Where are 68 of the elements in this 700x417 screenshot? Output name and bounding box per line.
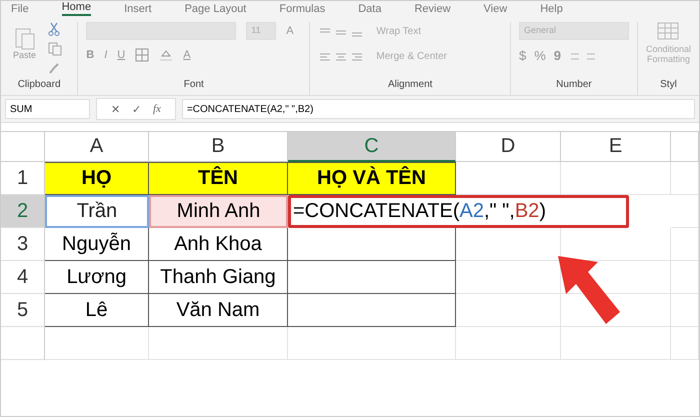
group-label: Clipboard: [16, 79, 62, 92]
ribbon-tab[interactable]: Page Layout: [184, 3, 246, 16]
underline-button[interactable]: U: [117, 49, 126, 61]
table-cell: Trần: [45, 195, 149, 228]
empty-cell: [671, 228, 699, 261]
ribbon-tab[interactable]: Formulas: [279, 3, 326, 16]
column-header[interactable]: E: [561, 132, 671, 162]
table-grid-icon: [657, 22, 680, 40]
fill-color-icon[interactable]: [159, 48, 174, 62]
table-cell: Văn Nam: [149, 294, 288, 327]
formula-token: ): [539, 200, 546, 223]
table-cell: Lương: [45, 261, 149, 294]
clipboard-icon: [14, 26, 36, 50]
table-cell: Anh Khoa: [149, 228, 288, 261]
italic-button[interactable]: I: [104, 49, 108, 61]
group-label: Styl: [659, 79, 678, 92]
borders-icon[interactable]: [135, 48, 150, 62]
table-cell: Minh Anh: [149, 195, 288, 228]
formula-token: ," ",: [484, 200, 515, 223]
empty-cell: [671, 162, 699, 195]
paste-button[interactable]: Paste: [9, 22, 40, 79]
grow-font-button[interactable]: A: [286, 25, 294, 37]
ribbon-tab[interactable]: Help: [540, 3, 563, 16]
formula-token: =CONCATENATE(: [293, 200, 460, 223]
select-all-corner[interactable]: [1, 132, 45, 162]
cancel-icon[interactable]: ✕: [111, 102, 120, 116]
table-cell: HỌ VÀ TÊN: [288, 162, 456, 195]
table-cell: TÊN: [149, 162, 288, 195]
table-cell: Nguyễn: [45, 228, 149, 261]
insert-function-button[interactable]: fx: [153, 103, 161, 115]
row-header[interactable]: 2: [1, 195, 45, 228]
ribbon-tab[interactable]: Insert: [124, 3, 152, 16]
group-label: Font: [182, 79, 205, 92]
conditional-formatting-button[interactable]: Conditional Formatting: [646, 44, 691, 64]
table-cell: Lê: [45, 294, 149, 327]
copy-icon: [48, 42, 62, 56]
row-header[interactable]: 5: [1, 294, 45, 327]
table-cell: HỌ: [45, 162, 149, 195]
group-label: Alignment: [386, 79, 434, 92]
empty-cell: [671, 195, 699, 228]
wrap-text-button[interactable]: Wrap Text: [376, 26, 447, 37]
empty-cell: [671, 261, 699, 294]
row-header[interactable]: 4: [1, 261, 45, 294]
formula-token: A2: [460, 200, 484, 223]
comma-style-button[interactable]: 9: [554, 48, 561, 63]
formula-token: B2: [514, 200, 540, 223]
column-header[interactable]: C: [288, 132, 456, 162]
brush-icon: [48, 62, 60, 74]
check-icon[interactable]: ✓: [132, 102, 141, 116]
ribbon-tab[interactable]: Data: [358, 3, 382, 16]
merge-center-button[interactable]: Merge & Center: [376, 51, 447, 62]
empty-cell: [671, 327, 699, 360]
currency-button[interactable]: $: [518, 48, 526, 63]
percent-button[interactable]: %: [534, 48, 546, 63]
ribbon-tab[interactable]: View: [484, 3, 508, 16]
table-cell: Thanh Giang: [149, 261, 288, 294]
font-color-button[interactable]: A: [183, 49, 191, 61]
formula-cell[interactable]: =CONCATENATE(A2," ",B2): [288, 195, 629, 228]
empty-cell: [671, 294, 699, 327]
ribbon-tab[interactable]: Review: [414, 3, 451, 16]
ribbon-tab[interactable]: File: [11, 3, 29, 16]
row-header[interactable]: 3: [1, 228, 45, 261]
scissors-icon: [48, 22, 60, 36]
formula-input-field[interactable]: =CONCATENATE(A2," ",B2): [182, 99, 695, 119]
column-header[interactable]: D: [456, 132, 561, 162]
name-box[interactable]: SUM: [5, 99, 90, 119]
bold-button[interactable]: B: [86, 49, 94, 61]
group-label: Number: [555, 79, 593, 92]
